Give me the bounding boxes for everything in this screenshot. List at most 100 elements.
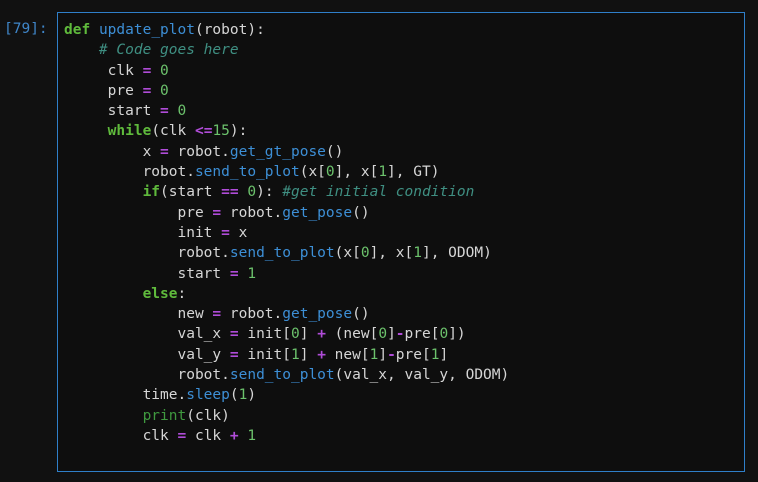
text-token: pre — [64, 82, 143, 99]
builtin-token: print — [142, 407, 187, 424]
function-token: get_gt_pose — [229, 143, 326, 160]
text-token: () — [325, 143, 344, 160]
text-token: () — [352, 306, 370, 323]
text-token: x — [64, 143, 161, 160]
function-token: get_pose — [282, 306, 353, 323]
code-cell[interactable]: def update_plot(robot): # Code goes here… — [57, 12, 745, 472]
text-token: robot. — [64, 164, 195, 181]
text-token: (robot): — [194, 22, 265, 38]
number-token: 1 — [413, 245, 422, 262]
number-token: 0 — [360, 245, 370, 262]
code-editor[interactable]: def update_plot(robot): # Code goes here… — [64, 20, 509, 446]
operator-token: + — [317, 346, 326, 363]
operator-token: = — [142, 82, 152, 99]
number-token: 0 — [439, 326, 449, 343]
operator-token: - — [387, 346, 396, 363]
operator-token: <= — [194, 123, 213, 140]
operator-token: - — [395, 326, 405, 343]
text-token: init — [64, 224, 222, 241]
code-line: init = x — [64, 223, 509, 243]
number-token: 0 — [160, 82, 169, 99]
code-line: pre = robot.get_pose() — [64, 203, 509, 223]
text-token: val_x — [64, 326, 230, 343]
operator-token: = — [229, 326, 239, 343]
code-line: print(clk) — [64, 406, 509, 426]
function-token: send_to_plot — [229, 367, 335, 384]
text-token: (val_x, val_y, ODOM) — [334, 367, 510, 384]
text-token: x — [229, 224, 248, 241]
text-token: time. — [64, 387, 187, 404]
text-token: (new[ — [325, 326, 379, 343]
text-token: pre — [64, 204, 213, 221]
function-token: update_plot — [98, 22, 195, 38]
code-line: def update_plot(robot): — [64, 20, 509, 40]
number-token: 0 — [177, 103, 187, 120]
text-token: new[ — [325, 346, 370, 363]
operator-token: + — [317, 326, 326, 343]
text-token: ] — [378, 346, 388, 363]
text-token: ], x[ — [369, 245, 414, 262]
text-token: pre[ — [395, 346, 431, 363]
operator-token: = — [142, 62, 152, 79]
number-token: 15 — [212, 123, 230, 140]
text-token: ] — [387, 326, 396, 343]
code-line: while(clk <=15): — [64, 121, 509, 141]
number-token: 1 — [247, 427, 257, 444]
comment-token: #get initial condition — [282, 184, 475, 201]
text-token: : — [177, 285, 187, 302]
function-token: send_to_plot — [194, 164, 300, 181]
text-token: init[ — [238, 326, 291, 343]
text-token: robot. — [221, 204, 283, 221]
code-line: clk = clk + 1 — [64, 426, 509, 446]
text-token: ] — [439, 346, 449, 363]
text-token: ): — [256, 184, 283, 201]
number-token: 0 — [325, 164, 335, 181]
operator-token: = — [212, 306, 222, 323]
code-line: val_x = init[0] + (new[0]-pre[0]) — [64, 324, 509, 344]
text-token: (clk — [151, 123, 195, 140]
code-line: start = 1 — [64, 264, 509, 284]
keyword-token: else — [142, 285, 178, 302]
text-token: robot. — [168, 143, 230, 160]
code-line: robot.send_to_plot(x[0], x[1], GT) — [64, 162, 509, 182]
code-line: else: — [64, 284, 509, 304]
operator-token: = — [160, 103, 169, 120]
text-token: ], x[ — [334, 164, 379, 181]
text-token: robot. — [64, 245, 230, 262]
text-token: pre[ — [404, 326, 440, 343]
operator-token: = — [212, 204, 222, 221]
text-token: start — [64, 103, 161, 120]
operator-token: = — [229, 265, 239, 282]
operator-token: = — [160, 143, 169, 160]
text-token: ): — [229, 123, 248, 140]
text-token: robot. — [64, 367, 230, 384]
code-line: start = 0 — [64, 101, 509, 121]
comment-token: # Code goes here — [98, 42, 239, 59]
code-line: x = robot.get_gt_pose() — [64, 142, 509, 162]
code-line: if(start == 0): #get initial condition — [64, 182, 509, 202]
code-line: val_y = init[1] + new[1]-pre[1] — [64, 345, 509, 365]
text-token: val_y — [64, 346, 230, 363]
text-token: (clk) — [186, 407, 230, 424]
function-token: get_pose — [282, 204, 353, 221]
text-token: ( — [229, 387, 239, 404]
operator-token: + — [229, 427, 239, 444]
text-token: init[ — [238, 346, 291, 363]
keyword-token: while — [107, 123, 152, 140]
number-token: 1 — [378, 164, 388, 181]
keyword-token: if — [142, 184, 161, 201]
number-token: 0 — [291, 326, 300, 343]
text-token: robot. — [221, 306, 283, 323]
operator-token: = — [221, 224, 230, 241]
number-token: 0 — [247, 184, 257, 201]
text-token: clk — [64, 62, 143, 79]
text-token: (x[ — [299, 164, 326, 181]
